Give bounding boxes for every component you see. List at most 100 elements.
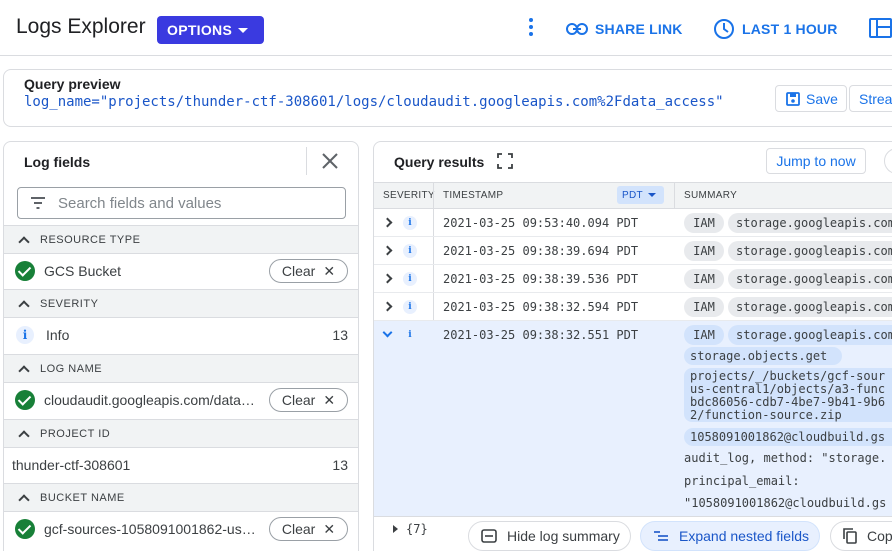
log-timestamp: 2021-03-25 09:53:40.094 PDT xyxy=(443,216,639,230)
field-value-label: gcf-sources-1058091001862-us-central1 xyxy=(44,521,257,537)
expand-nested-label: Expand nested fields xyxy=(679,528,809,544)
service-chip[interactable]: storage.googleapis.com xyxy=(728,297,892,317)
section-title: SEVERITY xyxy=(40,297,99,310)
copy-button[interactable]: Copy xyxy=(830,521,892,551)
close-icon: ✕ xyxy=(323,391,336,408)
expand-list-icon xyxy=(654,531,668,541)
chevron-right-icon[interactable] xyxy=(382,217,393,228)
section-title: RESOURCE TYPE xyxy=(40,233,141,246)
info-severity-icon: i xyxy=(403,244,417,258)
log-entry-row[interactable]: i 2021-03-25 09:53:40.094 PDT IAM storag… xyxy=(374,209,892,237)
method-chip[interactable]: storage.objects.get xyxy=(684,347,842,365)
query-results-title: Query results xyxy=(394,154,485,170)
log-timestamp: 2021-03-25 09:38:39.536 PDT xyxy=(443,272,639,286)
field-search-box[interactable] xyxy=(17,187,346,219)
resource-name-chip[interactable]: projects/_/buckets/gcf-sour us-central1/… xyxy=(684,368,892,422)
page-layout-icon[interactable] xyxy=(869,18,892,38)
info-icon: i xyxy=(16,326,34,344)
caret-down-icon xyxy=(238,27,249,33)
chevron-right-icon[interactable] xyxy=(382,273,393,284)
share-link-button[interactable]: SHARE LINK xyxy=(566,14,683,44)
log-tag-chip[interactable]: IAM xyxy=(684,269,724,289)
section-header-bucket-name[interactable]: BUCKET NAME xyxy=(4,483,358,512)
options-button[interactable]: OPTIONS xyxy=(157,16,264,44)
triangle-right-icon xyxy=(393,525,398,533)
field-value-row[interactable]: cloudaudit.googleapis.com/data_access Cl… xyxy=(4,382,358,418)
clear-label: Clear xyxy=(281,392,316,408)
clear-button[interactable]: Clear ✕ xyxy=(269,517,348,541)
principal-chip[interactable]: 1058091001862@cloudbuild.gs xyxy=(684,428,892,446)
info-severity-icon: i xyxy=(403,216,417,230)
field-count: 13 xyxy=(332,327,348,343)
nested-fields-toggle[interactable]: {7} xyxy=(393,522,428,536)
time-range-button[interactable]: LAST 1 HOUR xyxy=(713,14,838,44)
field-value-row[interactable]: gcf-sources-1058091001862-us-central1 Cl… xyxy=(4,511,358,547)
expand-nested-fields-button[interactable]: Expand nested fields xyxy=(640,521,820,551)
clear-button[interactable]: Clear ✕ xyxy=(269,259,348,283)
share-link-label: SHARE LINK xyxy=(595,21,683,37)
query-preview-label: Query preview xyxy=(24,76,121,92)
log-tag-chip[interactable]: IAM xyxy=(684,241,724,261)
service-chip[interactable]: storage.googleapis.com xyxy=(728,213,892,233)
field-value-row[interactable]: thunder-ctf-308601 13 xyxy=(4,447,358,483)
fullscreen-icon[interactable] xyxy=(497,153,513,169)
log-fields-title: Log fields xyxy=(24,154,91,170)
summary-icon xyxy=(481,529,497,543)
chevron-up-icon xyxy=(18,493,30,506)
service-chip[interactable]: storage.googleapis.com xyxy=(728,241,892,261)
log-tag-chip[interactable]: IAM xyxy=(684,213,724,233)
info-severity-icon: i xyxy=(403,300,417,314)
timezone-selector[interactable]: PDT xyxy=(617,186,664,204)
service-chip[interactable]: storage.googleapis.com xyxy=(728,325,892,345)
field-search-input[interactable] xyxy=(58,194,328,212)
chevron-down-icon[interactable] xyxy=(382,327,393,338)
column-header-severity[interactable]: SEVERITY xyxy=(383,190,435,201)
section-header-log-name[interactable]: LOG NAME xyxy=(4,354,358,383)
close-icon[interactable] xyxy=(320,151,340,171)
log-timestamp: 2021-03-25 09:38:32.551 PDT xyxy=(443,328,639,342)
log-timestamp: 2021-03-25 09:38:32.594 PDT xyxy=(443,300,639,314)
save-query-button[interactable]: Save xyxy=(775,85,847,112)
section-header-project-id[interactable]: PROJECT ID xyxy=(4,419,358,448)
log-entry-row-expanded[interactable]: i 2021-03-25 09:38:32.551 PDT IAM storag… xyxy=(374,321,892,349)
jump-to-now-button[interactable]: Jump to now xyxy=(766,148,866,174)
chevron-up-icon xyxy=(18,364,30,377)
app-title: Logs Explorer xyxy=(16,15,146,38)
field-value-label: GCS Bucket xyxy=(44,263,122,279)
check-circle-icon xyxy=(15,261,35,281)
log-entry-row[interactable]: i 2021-03-25 09:38:32.594 PDT IAM storag… xyxy=(374,293,892,321)
hide-log-summary-button[interactable]: Hide log summary xyxy=(468,521,631,551)
field-count: 13 xyxy=(332,457,348,473)
section-header-resource-type[interactable]: RESOURCE TYPE xyxy=(4,225,358,254)
query-preview-text[interactable]: log_name="projects/thunder-ctf-308601/lo… xyxy=(24,94,752,110)
field-value-label: Info xyxy=(46,327,70,343)
clear-button[interactable]: Clear ✕ xyxy=(269,388,348,412)
audit-log-line: audit_log, method: "storage. xyxy=(684,451,887,465)
chevron-right-icon[interactable] xyxy=(382,301,393,312)
section-header-severity[interactable]: SEVERITY xyxy=(4,289,358,318)
time-range-label: LAST 1 HOUR xyxy=(742,21,838,37)
field-value-label: cloudaudit.googleapis.com/data_access xyxy=(44,392,257,408)
principal-email-key: principal_email: xyxy=(684,474,800,488)
log-tag-chip[interactable]: IAM xyxy=(684,325,724,345)
log-entry-row[interactable]: i 2021-03-25 09:38:39.536 PDT IAM storag… xyxy=(374,265,892,293)
chevron-up-icon xyxy=(18,299,30,312)
log-tag-chip[interactable]: IAM xyxy=(684,297,724,317)
chevron-up-icon xyxy=(18,429,30,442)
column-header-summary[interactable]: SUMMARY xyxy=(684,190,737,201)
field-value-row[interactable]: i Info 13 xyxy=(4,317,358,353)
section-title: BUCKET NAME xyxy=(40,491,125,504)
more-vert-icon[interactable] xyxy=(525,16,537,38)
options-label: OPTIONS xyxy=(167,22,233,38)
stream-logs-button[interactable]: Strea xyxy=(849,85,892,112)
service-chip[interactable]: storage.googleapis.com xyxy=(728,269,892,289)
chevron-right-icon[interactable] xyxy=(382,245,393,256)
log-timestamp: 2021-03-25 09:38:39.694 PDT xyxy=(443,244,639,258)
clear-label: Clear xyxy=(281,521,316,537)
column-header-timestamp[interactable]: TIMESTAMP xyxy=(443,190,503,201)
resource-line: 2/function-source.zip xyxy=(690,408,842,422)
field-value-row[interactable]: GCS Bucket Clear ✕ xyxy=(4,253,358,289)
caret-down-icon xyxy=(647,193,656,197)
save-label: Save xyxy=(806,90,838,107)
log-entry-row[interactable]: i 2021-03-25 09:38:39.694 PDT IAM storag… xyxy=(374,237,892,265)
